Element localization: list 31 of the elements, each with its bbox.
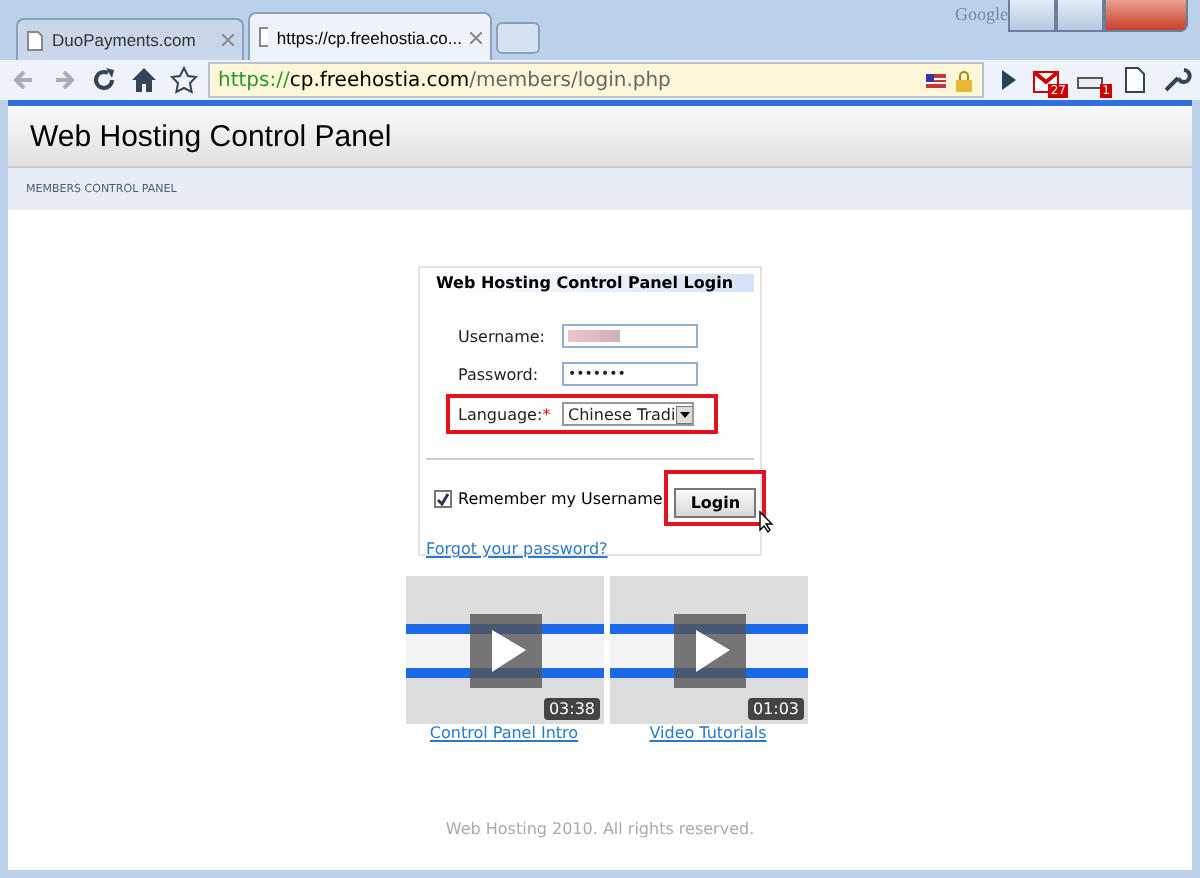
flag-icon: [926, 73, 946, 87]
footer-text: Web Hosting 2010. All rights reserved.: [445, 820, 755, 838]
browser-tab[interactable]: DuoPayments.com: [16, 18, 244, 60]
extension-icon[interactable]: [1076, 74, 1104, 94]
page-title: Web Hosting Control Panel: [30, 119, 392, 153]
maximize-button[interactable]: [1056, 0, 1104, 32]
login-button[interactable]: Login: [674, 488, 757, 518]
video-link[interactable]: Control Panel Intro: [429, 724, 579, 742]
brand-label: Google: [955, 4, 1008, 24]
checkbox-label: Remember my Username: [458, 489, 663, 507]
lock-icon: [954, 69, 974, 91]
wrench-icon[interactable]: [1160, 64, 1192, 96]
input-field[interactable]: [562, 324, 698, 348]
home-icon[interactable]: [128, 64, 160, 96]
field-label: Password:: [458, 365, 541, 383]
address-bar[interactable]: https://cp.freehostia.com/members/login.php: [208, 62, 984, 98]
star-icon[interactable]: [168, 64, 200, 96]
checkbox[interactable]: [434, 489, 452, 507]
reload-icon[interactable]: [88, 64, 120, 96]
browser-tab[interactable]: https://cp.freehostia.co...: [248, 12, 492, 60]
duration-label: 03:38: [544, 698, 599, 720]
field-label: Username:: [458, 327, 547, 345]
field-label: Language:*: [458, 405, 553, 423]
cursor-icon: [758, 510, 775, 534]
close-icon[interactable]: [470, 31, 482, 43]
language-select[interactable]: Chinese Tradi: [562, 402, 694, 426]
duration-label: 01:03: [748, 698, 803, 720]
minimize-button[interactable]: [1008, 0, 1056, 32]
forgot-password-link[interactable]: Forgot your password?: [426, 540, 754, 558]
video-link[interactable]: Video Tutorials: [649, 724, 767, 742]
dropdown-arrow-icon[interactable]: [675, 405, 692, 423]
